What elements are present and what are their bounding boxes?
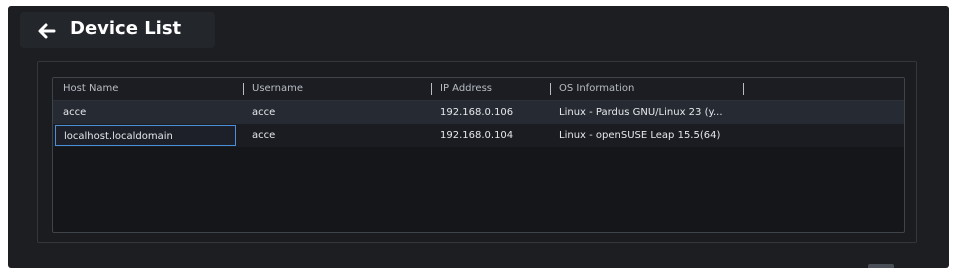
column-header-host-name[interactable]: Host Name <box>63 78 118 100</box>
column-separator[interactable] <box>743 83 744 95</box>
header-bar: Device List <box>20 12 215 48</box>
back-button[interactable] <box>36 20 58 42</box>
device-table: Host Name Username IP Address OS Informa… <box>52 77 905 233</box>
host-name-cell[interactable]: localhost.localdomain <box>55 125 236 146</box>
column-separator[interactable] <box>243 83 244 95</box>
column-separator[interactable] <box>431 83 432 95</box>
host-name-cell: acce <box>63 107 87 118</box>
column-header-username[interactable]: Username <box>252 78 303 100</box>
page-title: Device List <box>70 18 182 39</box>
resize-handle[interactable] <box>868 264 894 268</box>
ip-address-cell: 192.168.0.104 <box>440 130 514 141</box>
table-row[interactable]: localhost.localdomain acce 192.168.0.104… <box>53 124 904 147</box>
table-row[interactable]: acce acce 192.168.0.106 Linux - Pardus G… <box>53 101 904 124</box>
username-cell: acce <box>252 130 276 141</box>
os-information-cell: Linux - Pardus GNU/Linux 23 (y... <box>559 107 723 118</box>
ip-address-cell: 192.168.0.106 <box>440 107 514 118</box>
device-list-panel: Host Name Username IP Address OS Informa… <box>37 61 917 243</box>
arrow-left-icon <box>38 23 56 39</box>
column-header-ip-address[interactable]: IP Address <box>440 78 492 100</box>
os-information-cell: Linux - openSUSE Leap 15.5(64) <box>559 130 721 141</box>
table-header: Host Name Username IP Address OS Informa… <box>53 78 904 101</box>
column-separator[interactable] <box>550 83 551 95</box>
username-cell: acce <box>252 107 276 118</box>
device-list-window: Device List Host Name Username IP Addres… <box>8 6 949 268</box>
column-header-os-information[interactable]: OS Information <box>559 78 634 100</box>
